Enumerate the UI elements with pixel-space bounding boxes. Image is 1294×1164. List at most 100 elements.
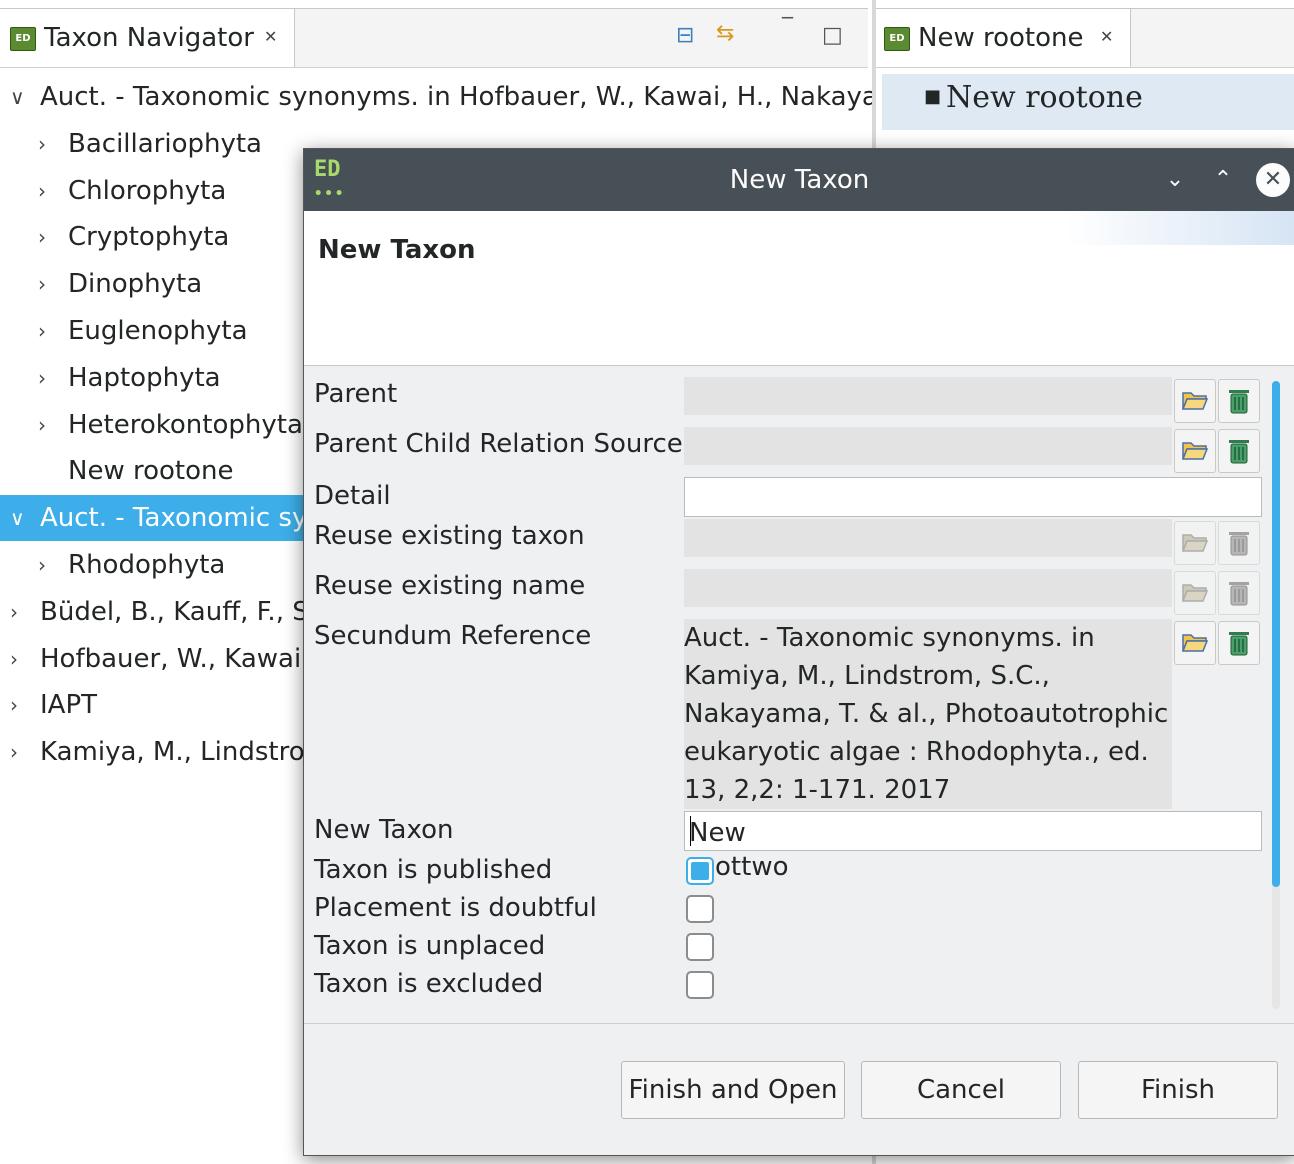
root-item-label: New rootone xyxy=(946,80,1143,115)
relation-source-open-button[interactable] xyxy=(1174,429,1216,473)
tree-item-label: New rootone xyxy=(68,456,234,487)
unplaced-checkbox[interactable] xyxy=(686,933,714,961)
new-taxon-input[interactable]: New roottwo xyxy=(684,811,1262,882)
secundum-open-button[interactable] xyxy=(1174,621,1216,665)
close-window-icon[interactable]: ✕ xyxy=(1256,163,1290,197)
excluded-checkbox[interactable] xyxy=(686,971,714,999)
relation-source-delete-button[interactable] xyxy=(1218,429,1260,473)
dialog-header: New Taxon xyxy=(304,211,1294,366)
collapsed-chevron-icon[interactable]: › xyxy=(38,402,46,448)
reuse-taxon-delete-button[interactable] xyxy=(1218,521,1260,565)
tree-item-label: IAPT xyxy=(40,690,98,721)
tree-item-label: Dinophyta xyxy=(68,269,203,300)
collapsed-chevron-icon[interactable]: › xyxy=(10,729,18,775)
navigator-tab-bar: ED Taxon Navigator ✕ ⊟ ⇆ ‾ □ xyxy=(0,8,868,68)
tree-item-label: Euglenophyta xyxy=(68,316,248,346)
tree-item-label: Chlorophyta xyxy=(68,175,227,206)
reuse-taxon-field xyxy=(684,519,1172,557)
unplaced-label: Taxon is unplaced xyxy=(314,931,546,961)
tree-item-label: Auct. - Taxonomic synonyms. in Hofbauer,… xyxy=(40,82,889,112)
cancel-button[interactable]: Cancel xyxy=(861,1061,1061,1119)
tab-new-rootone[interactable]: ED New rootone ✕ xyxy=(876,9,1131,67)
published-label: Taxon is published xyxy=(314,855,553,885)
editor-root-item[interactable]: ■ New rootone xyxy=(882,74,1294,130)
tree-item-label: Hofbauer, W., Kawai, xyxy=(40,643,310,674)
detail-label: Detail xyxy=(314,481,391,511)
close-icon[interactable]: ✕ xyxy=(264,27,277,46)
tree-item-label: Haptophyta xyxy=(68,362,221,393)
trash-icon xyxy=(1229,582,1249,606)
tree-item-label: Bacillariophyta xyxy=(68,128,262,159)
tree-item-label: Cryptophyta xyxy=(68,222,230,253)
finish-and-open-button[interactable]: Finish and Open xyxy=(621,1061,845,1119)
tree-item-label: Auct. - Taxonomic sy xyxy=(40,503,308,534)
tab-taxon-navigator[interactable]: ED Taxon Navigator ✕ xyxy=(0,9,295,67)
close-icon[interactable]: ✕ xyxy=(1100,27,1113,46)
bullet-icon: ■ xyxy=(924,86,942,107)
parent-open-button[interactable] xyxy=(1174,379,1216,423)
new-taxon-label: New Taxon xyxy=(314,815,454,845)
trash-icon xyxy=(1229,390,1249,414)
reuse-taxon-open-button[interactable] xyxy=(1174,521,1216,565)
header-title: New Taxon xyxy=(318,235,476,265)
doubtful-checkbox[interactable] xyxy=(686,895,714,923)
collapsed-chevron-icon[interactable]: › xyxy=(38,308,46,354)
maximize-icon[interactable]: □ xyxy=(822,23,843,48)
reuse-name-open-button[interactable] xyxy=(1174,571,1216,615)
minimize-icon[interactable]: ‾ xyxy=(782,15,793,40)
tree-item-label: Kamiya, M., Lindstro xyxy=(40,737,305,768)
excluded-label: Taxon is excluded xyxy=(314,969,544,999)
expanded-chevron-icon[interactable]: ∨ xyxy=(10,495,25,541)
folder-open-icon xyxy=(1181,584,1209,602)
reuse-name-delete-button[interactable] xyxy=(1218,571,1260,615)
expanded-chevron-icon[interactable]: ∨ xyxy=(10,74,25,120)
relation-source-label: Parent Child Relation Source xyxy=(314,429,683,459)
reuse-taxon-label: Reuse existing taxon xyxy=(314,521,585,551)
published-checkbox[interactable] xyxy=(686,857,714,885)
taxon-navigator-icon: ED xyxy=(10,27,36,51)
editor-tab-icon: ED xyxy=(884,27,910,51)
detail-input[interactable] xyxy=(684,477,1262,517)
reuse-name-label: Reuse existing name xyxy=(314,571,586,601)
collapsed-chevron-icon[interactable]: › xyxy=(10,589,18,635)
tab-label: New rootone xyxy=(918,23,1084,53)
tab-label: Taxon Navigator xyxy=(44,23,254,53)
parent-field xyxy=(684,377,1172,415)
parent-label: Parent xyxy=(314,379,398,409)
collapsed-chevron-icon[interactable]: › xyxy=(38,542,46,588)
parent-delete-button[interactable] xyxy=(1218,379,1260,423)
collapsed-chevron-icon[interactable]: › xyxy=(10,636,18,682)
trash-icon xyxy=(1229,440,1249,464)
tree-item[interactable]: ∨ Auct. - Taxonomic synonyms. in Hofbauer… xyxy=(0,74,889,120)
collapsed-chevron-icon[interactable]: › xyxy=(38,355,46,401)
relation-source-field xyxy=(684,427,1172,465)
link-with-editor-icon[interactable]: ⇆ xyxy=(716,21,734,46)
dialog-titlebar[interactable]: ED ••• New Taxon ⌄ ⌃ ✕ xyxy=(304,149,1294,211)
collapse-all-icon[interactable]: ⊟ xyxy=(676,23,694,48)
trash-icon xyxy=(1229,632,1249,656)
trash-icon xyxy=(1229,532,1249,556)
collapsed-chevron-icon[interactable]: › xyxy=(38,121,46,167)
secundum-delete-button[interactable] xyxy=(1218,621,1260,665)
button-bar-separator xyxy=(304,1023,1294,1024)
tree-item-label: Rhodophyta xyxy=(68,550,226,580)
dialog-title: New Taxon xyxy=(729,165,870,195)
folder-open-icon xyxy=(1181,634,1209,652)
header-banner xyxy=(1065,211,1294,245)
text-caret xyxy=(690,816,691,846)
tree-item-label: Büdel, B., Kauff, F., Sc xyxy=(40,596,324,627)
editor-tab-bar: ED New rootone ✕ xyxy=(876,8,1294,68)
folder-open-icon xyxy=(1181,442,1209,460)
collapsed-chevron-icon[interactable]: › xyxy=(38,261,46,307)
form-scrollbar-thumb[interactable] xyxy=(1272,381,1280,887)
maximize-window-icon[interactable]: ⌃ xyxy=(1204,161,1242,199)
finish-button[interactable]: Finish xyxy=(1078,1061,1278,1119)
collapsed-chevron-icon[interactable]: › xyxy=(10,682,18,728)
folder-open-icon xyxy=(1181,534,1209,552)
doubtful-label: Placement is doubtful xyxy=(314,893,597,923)
collapsed-chevron-icon[interactable]: › xyxy=(38,214,46,260)
collapsed-chevron-icon[interactable]: › xyxy=(38,168,46,214)
secundum-value: Auct. - Taxonomic synonyms. in Kamiya, M… xyxy=(684,619,1172,809)
folder-open-icon xyxy=(1181,392,1209,410)
minimize-window-icon[interactable]: ⌄ xyxy=(1156,161,1194,199)
